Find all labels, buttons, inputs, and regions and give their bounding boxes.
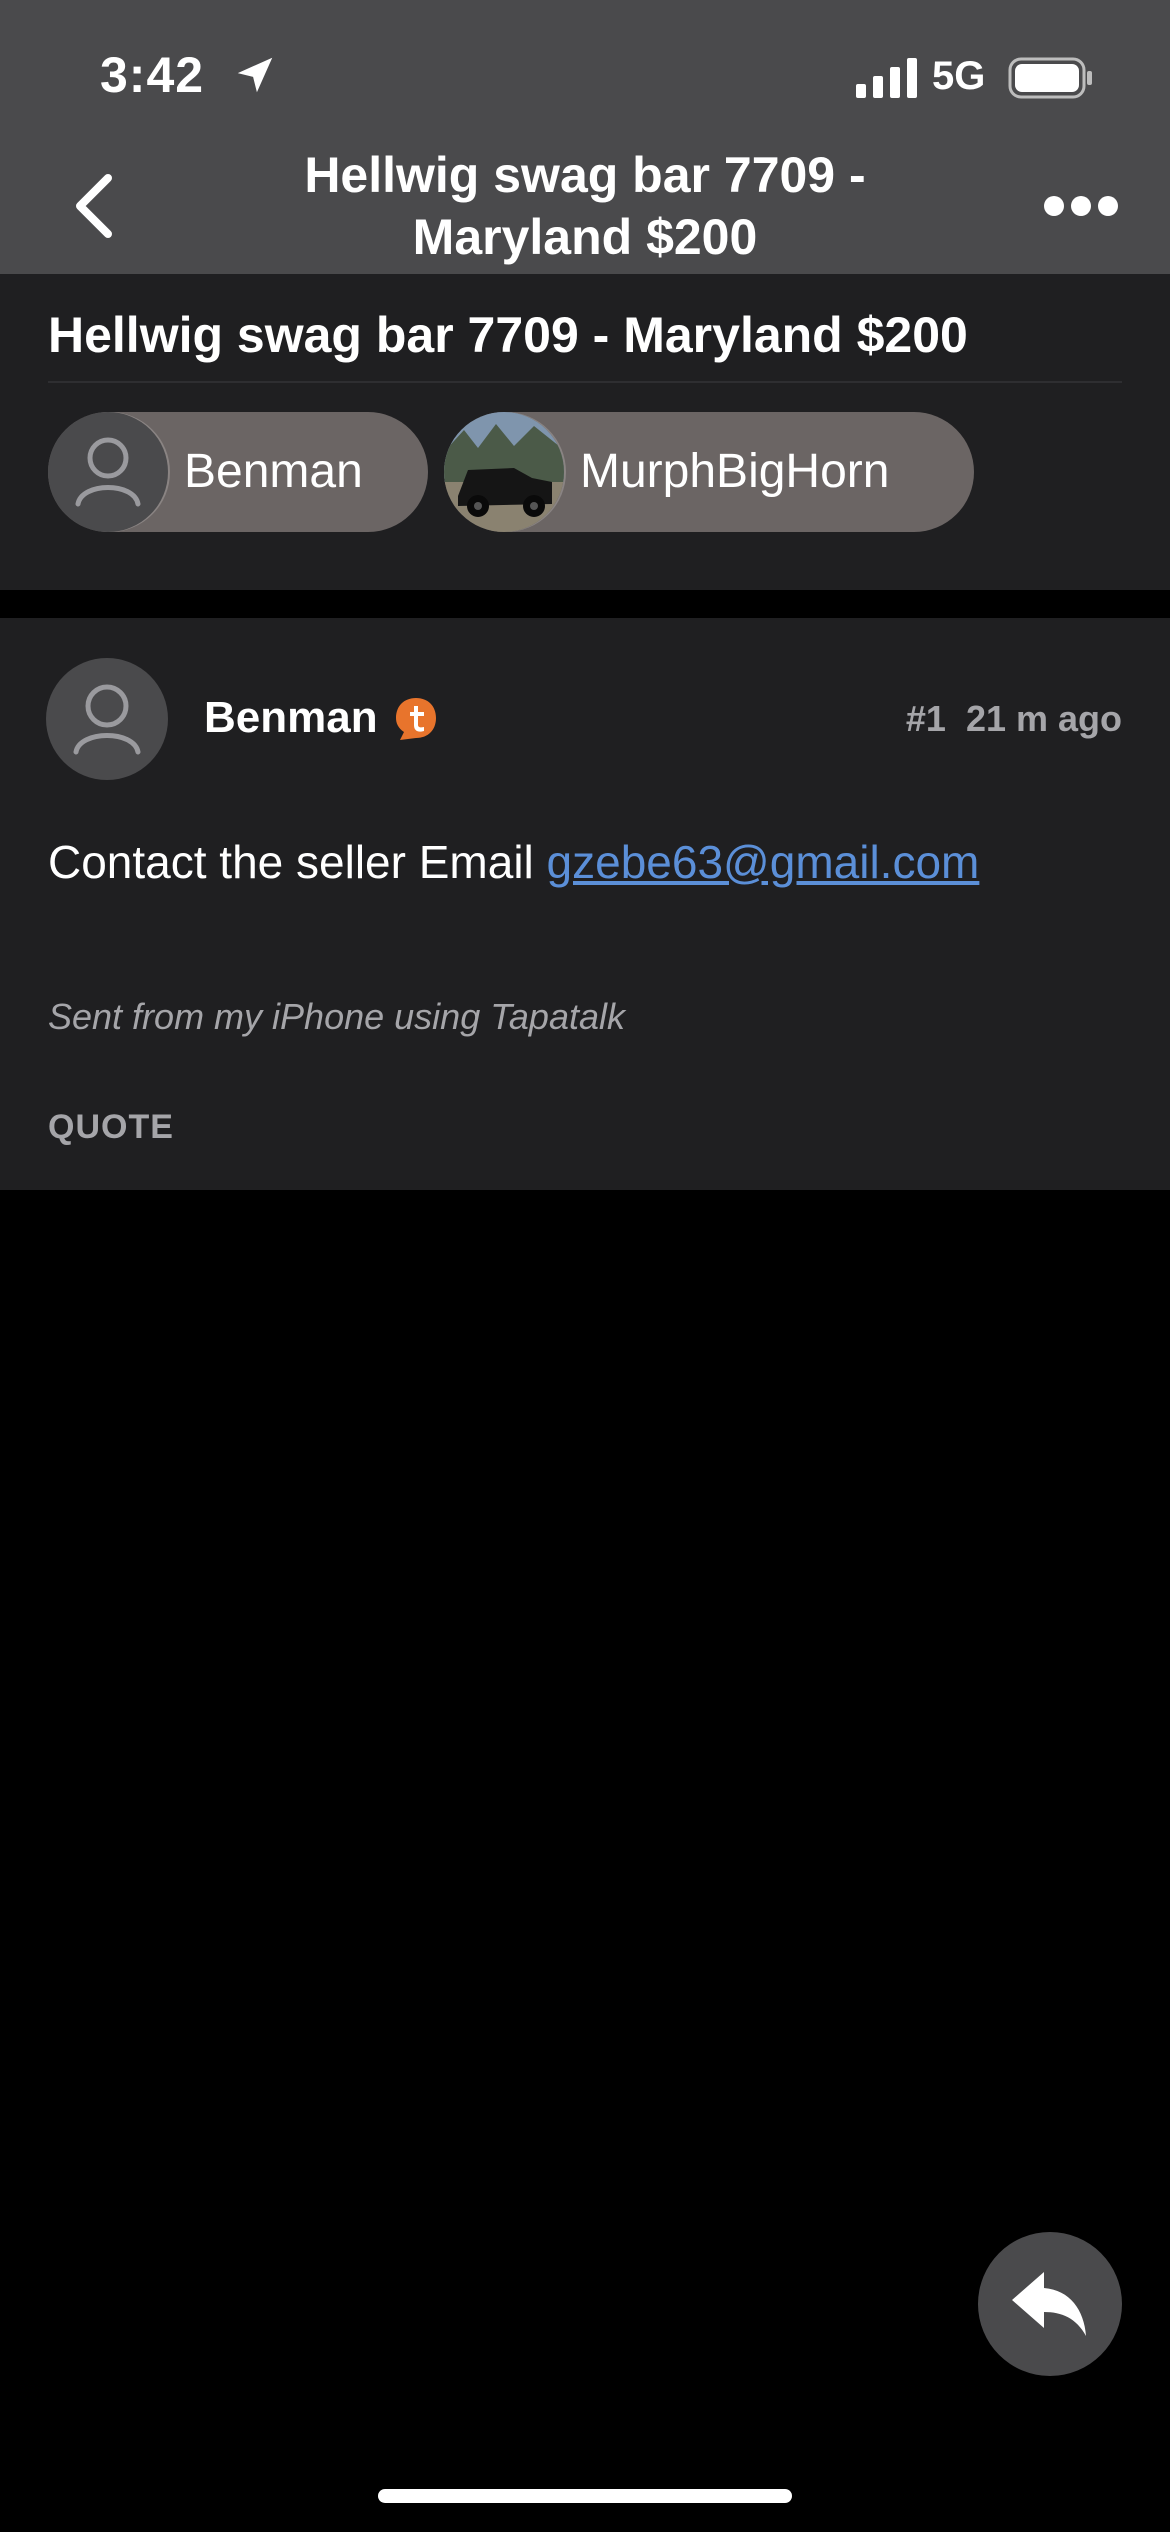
- default-user-icon: [48, 412, 168, 532]
- reply-icon: [1012, 2272, 1086, 2336]
- post-item: Benman #1 21 m ago Contact the seller Ema…: [0, 618, 1170, 1190]
- truck-photo: [444, 412, 564, 532]
- post-body: Contact the seller Email gzebe63@gmail.c…: [48, 834, 1128, 890]
- thread-title: Hellwig swag bar 7709 - Maryland $200: [48, 307, 968, 363]
- location-arrow-icon: [237, 57, 273, 93]
- post-author[interactable]: Benman: [204, 692, 378, 744]
- tapatalk-badge-icon: [396, 698, 436, 740]
- participant-name: MurphBigHorn: [580, 445, 890, 498]
- status-time: 3:42: [100, 47, 205, 103]
- home-indicator: [378, 2489, 792, 2503]
- nav-title: Hellwig swag bar 7709 - Maryland $200: [304, 147, 866, 265]
- participant-chip-benman[interactable]: Benman: [48, 412, 428, 532]
- post-time: 21 m ago: [965, 698, 1122, 739]
- post-body-text: Contact the seller Email: [48, 836, 547, 888]
- ellipsis-icon[interactable]: [1042, 194, 1120, 218]
- default-user-icon: [73, 684, 141, 755]
- email-link[interactable]: gzebe63@gmail.com: [547, 836, 980, 888]
- avatar[interactable]: [46, 658, 168, 780]
- participant-name: Benman: [184, 445, 363, 498]
- post-number: #1: [905, 698, 946, 739]
- network-label: 5G: [932, 54, 986, 98]
- top-bar: 3:42 5G Hellwig swag bar 7709 - Maryland…: [0, 0, 1170, 274]
- signal-bars-icon: [856, 58, 917, 98]
- post-signature: Sent from my iPhone using Tapatalk: [48, 996, 625, 1037]
- post-meta: #1 21 m ago: [886, 698, 1122, 740]
- participant-chip-murphbighorn[interactable]: MurphBigHorn: [444, 412, 974, 532]
- divider: [48, 381, 1122, 383]
- reply-button[interactable]: [978, 2232, 1122, 2376]
- thread-header: Hellwig swag bar 7709 - Maryland $200 Be…: [0, 274, 1170, 590]
- quote-button[interactable]: QUOTE: [48, 1108, 174, 1147]
- chevron-left-icon[interactable]: [66, 170, 126, 242]
- battery-icon: [1008, 57, 1092, 99]
